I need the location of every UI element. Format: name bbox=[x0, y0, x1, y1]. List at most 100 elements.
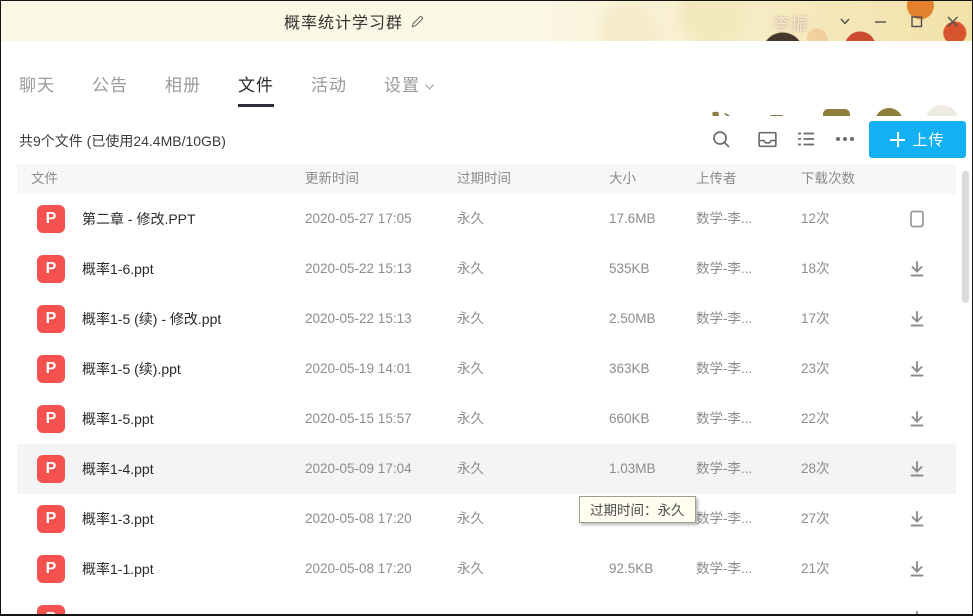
file-expiry: 永久 bbox=[457, 394, 484, 444]
ppt-file-icon: P bbox=[37, 605, 65, 616]
edit-title-icon[interactable] bbox=[410, 14, 425, 29]
file-size: 2.50MB bbox=[609, 294, 656, 344]
upload-button[interactable]: 上传 bbox=[869, 121, 966, 158]
file-uploader: 数学-李... bbox=[696, 294, 772, 344]
file-toolbar: 共9个文件 (已使用24.4MB/10GB) 上传 bbox=[1, 116, 972, 164]
ppt-file-icon: P bbox=[37, 405, 65, 433]
table-row[interactable]: P 概率1-3.ppt 2020-05-08 17:20 永久 847KB 数学… bbox=[17, 494, 956, 544]
ppt-file-icon: P bbox=[37, 305, 65, 333]
table-row[interactable]: P 概率1-5.ppt 2020-05-15 15:57 永久 660KB 数学… bbox=[17, 394, 956, 444]
file-size: 660KB bbox=[609, 394, 650, 444]
expiry-tooltip: 过期时间：永久 bbox=[579, 496, 696, 523]
ppt-file-icon: P bbox=[37, 255, 65, 283]
download-icon[interactable] bbox=[903, 244, 931, 294]
tab-label: 文件 bbox=[238, 76, 274, 95]
file-name[interactable]: 概率1-5.ppt bbox=[82, 394, 154, 444]
file-name[interactable]: 概率1-3.ppt bbox=[82, 494, 154, 544]
file-table: P 第二章 - 修改.PPT 2020-05-27 17:05 永久 17.6M… bbox=[17, 194, 956, 616]
file-download-count: 21次 bbox=[801, 544, 830, 594]
file-updated-time: 2020-05-22 15:13 bbox=[305, 244, 412, 294]
file-updated-time: 2020-05-15 15:57 bbox=[305, 394, 412, 444]
table-row[interactable]: P 概率1-6.ppt 2020-05-22 15:13 永久 535KB 数学… bbox=[17, 244, 956, 294]
group-file-window: 概率统计学习群 李振 聊天 公告 相册 文件 bbox=[0, 0, 973, 616]
file-name[interactable]: 第二章 - 修改.PPT bbox=[82, 194, 196, 244]
download-icon[interactable] bbox=[903, 344, 931, 394]
file-uploader: 数学-李... bbox=[696, 394, 772, 444]
file-name[interactable]: 概率1-6.ppt bbox=[82, 244, 154, 294]
inbox-icon[interactable] bbox=[751, 123, 783, 155]
file-download-count: 28次 bbox=[801, 444, 830, 494]
tab-相册[interactable]: 相册 bbox=[165, 71, 201, 96]
upload-button-label: 上传 bbox=[912, 129, 944, 150]
column-header: 更新时间 bbox=[305, 164, 359, 194]
file-download-count: 22次 bbox=[801, 394, 830, 444]
file-size: 17.6MB bbox=[609, 194, 656, 244]
minimize-button[interactable] bbox=[862, 1, 898, 41]
download-icon[interactable] bbox=[903, 394, 931, 444]
tab-bar: 聊天 公告 相册 文件 活动 设置 课 bbox=[1, 41, 972, 116]
search-icon[interactable] bbox=[705, 123, 737, 155]
close-button[interactable] bbox=[934, 1, 970, 41]
file-name[interactable]: 概率1-5 (续).ppt bbox=[82, 344, 181, 394]
file-uploader: 数学-李... bbox=[696, 494, 772, 544]
table-row[interactable]: P 概率1-5 (续) - 修改.ppt 2020-05-22 15:13 永久… bbox=[17, 294, 956, 344]
download-icon[interactable] bbox=[903, 544, 931, 594]
file-download-count: 17次 bbox=[801, 294, 830, 344]
file-uploader: 数学-李... bbox=[696, 244, 772, 294]
file-size: 1.03MB bbox=[609, 444, 656, 494]
file-download-count: 18次 bbox=[801, 244, 830, 294]
file-updated-time: 2020-05-27 17:05 bbox=[305, 194, 412, 244]
table-row[interactable]: P 概率1-5 (续).ppt 2020-05-19 14:01 永久 363K… bbox=[17, 344, 956, 394]
tab-公告[interactable]: 公告 bbox=[92, 71, 128, 96]
file-uploader: 数学-李... bbox=[696, 344, 772, 394]
table-row-partial[interactable]: P bbox=[17, 594, 956, 616]
tab-设置[interactable]: 设置 bbox=[384, 71, 435, 96]
tab-label: 相册 bbox=[165, 76, 201, 95]
file-name[interactable]: 概率1-1.ppt bbox=[82, 544, 154, 594]
download-icon[interactable] bbox=[903, 294, 931, 344]
download-icon[interactable] bbox=[903, 494, 931, 544]
tab-活动[interactable]: 活动 bbox=[311, 71, 347, 96]
list-view-icon[interactable] bbox=[790, 123, 822, 155]
file-updated-time: 2020-05-09 17:04 bbox=[305, 444, 412, 494]
file-size: 92.5KB bbox=[609, 544, 653, 594]
file-count-summary: 共9个文件 (已使用24.4MB/10GB) bbox=[19, 131, 226, 151]
column-header: 文件 bbox=[31, 164, 58, 194]
tab-label: 设置 bbox=[384, 76, 420, 95]
table-row[interactable]: P 概率1-1.ppt 2020-05-08 17:20 永久 92.5KB 数… bbox=[17, 544, 956, 594]
maximize-button[interactable] bbox=[898, 1, 934, 41]
download-icon[interactable] bbox=[903, 594, 931, 616]
file-uploader: 数学-李... bbox=[696, 194, 772, 244]
file-download-count: 23次 bbox=[801, 344, 830, 394]
file-name[interactable]: 概率1-4.ppt bbox=[82, 444, 154, 494]
ppt-file-icon: P bbox=[37, 505, 65, 533]
file-expiry: 永久 bbox=[457, 494, 484, 544]
file-expiry: 永久 bbox=[457, 344, 484, 394]
file-download-count: 27次 bbox=[801, 494, 830, 544]
column-header: 过期时间 bbox=[457, 164, 511, 194]
file-uploader: 数学-李... bbox=[696, 444, 772, 494]
tab-文件[interactable]: 文件 bbox=[238, 71, 274, 96]
file-size: 535KB bbox=[609, 244, 650, 294]
column-header: 大小 bbox=[609, 164, 636, 194]
tab-label: 公告 bbox=[92, 76, 128, 95]
download-icon[interactable] bbox=[903, 444, 931, 494]
ppt-file-icon: P bbox=[37, 555, 65, 583]
file-uploader: 数学-李... bbox=[696, 544, 772, 594]
ppt-file-icon: P bbox=[37, 355, 65, 383]
tab-聊天[interactable]: 聊天 bbox=[19, 71, 55, 96]
file-expiry: 永久 bbox=[457, 294, 484, 344]
ppt-file-icon: P bbox=[37, 205, 65, 233]
table-row[interactable]: P 第二章 - 修改.PPT 2020-05-27 17:05 永久 17.6M… bbox=[17, 194, 956, 244]
more-options-icon[interactable] bbox=[829, 123, 861, 155]
plus-icon bbox=[890, 132, 905, 147]
file-name[interactable]: 概率1-5 (续) - 修改.ppt bbox=[82, 294, 221, 344]
tab-label: 活动 bbox=[311, 76, 347, 95]
tab-bar-tabs: 聊天 公告 相册 文件 活动 设置 bbox=[19, 71, 435, 96]
table-row[interactable]: P 概率1-4.ppt 2020-05-09 17:04 永久 1.03MB 数… bbox=[17, 444, 956, 494]
chevron-down-icon[interactable] bbox=[827, 1, 863, 41]
scrollbar-thumb[interactable] bbox=[962, 171, 969, 303]
folder-icon[interactable] bbox=[903, 194, 931, 244]
table-header: 文件更新时间过期时间大小上传者下载次数 bbox=[17, 164, 956, 194]
file-download-count: 12次 bbox=[801, 194, 830, 244]
